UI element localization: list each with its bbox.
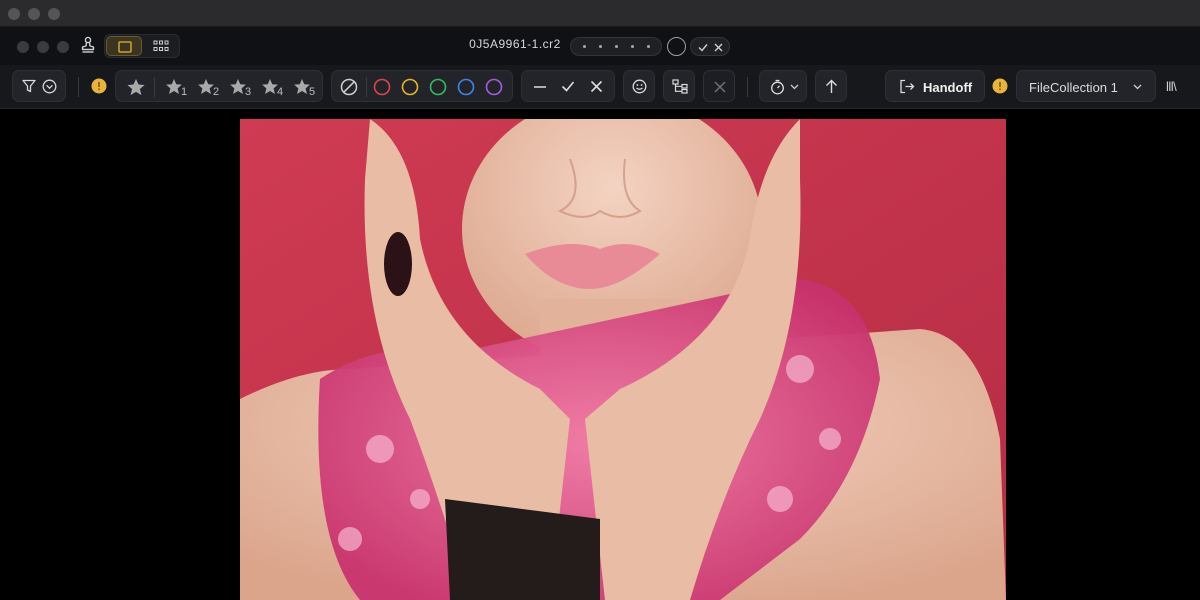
chevron-down-icon bbox=[1133, 84, 1142, 90]
main-toolbar: 1 2 3 4 5 Handoff FileCollection 1 lll\ bbox=[0, 65, 1200, 109]
color-label-indicator[interactable] bbox=[667, 37, 686, 56]
toolbar-divider bbox=[747, 77, 748, 97]
smiley-icon bbox=[632, 79, 647, 94]
handoff-icon bbox=[900, 79, 915, 94]
no-color-icon[interactable] bbox=[340, 78, 358, 96]
timer-dropdown[interactable] bbox=[759, 70, 807, 102]
stopwatch-icon bbox=[771, 79, 784, 95]
handoff-label: Handoff bbox=[923, 80, 973, 95]
color-divider bbox=[366, 77, 367, 97]
reject-x-icon[interactable] bbox=[590, 80, 603, 93]
pick-check-icon[interactable] bbox=[561, 80, 575, 93]
unflag-icon[interactable] bbox=[533, 81, 547, 93]
traffic-light-zoom[interactable] bbox=[57, 41, 69, 53]
star-divider bbox=[154, 77, 155, 97]
chevron-down-icon bbox=[790, 84, 799, 90]
color-label-green[interactable] bbox=[429, 78, 447, 96]
window-frame-titlebar bbox=[0, 0, 1200, 27]
face-detect-button[interactable] bbox=[623, 70, 655, 102]
hierarchy-button[interactable] bbox=[663, 70, 695, 102]
clear-button[interactable] bbox=[703, 70, 735, 102]
star-number: 5 bbox=[309, 86, 316, 98]
arrow-up-icon bbox=[826, 79, 837, 93]
rating-dot bbox=[599, 45, 602, 48]
window-close-button[interactable] bbox=[8, 8, 20, 20]
grid-view-button[interactable] bbox=[143, 36, 179, 56]
window-minimize-button[interactable] bbox=[28, 8, 40, 20]
star-clear-icon[interactable] bbox=[126, 78, 146, 96]
x-icon bbox=[714, 43, 723, 52]
star-number: 1 bbox=[181, 86, 188, 98]
rating-dot bbox=[647, 45, 650, 48]
handoff-button[interactable]: Handoff bbox=[885, 70, 985, 102]
filter-button[interactable] bbox=[12, 70, 66, 102]
portrait-illustration bbox=[240, 119, 1006, 600]
tree-structure-icon bbox=[672, 79, 688, 94]
star-number: 4 bbox=[277, 86, 284, 98]
toolbar-divider bbox=[78, 77, 79, 97]
single-view-button[interactable] bbox=[106, 36, 142, 56]
preview-photo[interactable] bbox=[240, 119, 1006, 600]
view-mode-toggle bbox=[104, 34, 180, 58]
color-label-purple[interactable] bbox=[485, 78, 503, 96]
filter-icon bbox=[22, 79, 36, 93]
color-label-blue[interactable] bbox=[457, 78, 475, 96]
collection-select-value: FileCollection 1 bbox=[1029, 80, 1118, 95]
collection-warning-icon[interactable] bbox=[992, 78, 1008, 94]
star-rating-group: 1 2 3 4 5 bbox=[115, 70, 323, 102]
upload-button[interactable] bbox=[815, 70, 847, 102]
star-number: 3 bbox=[245, 86, 252, 98]
star-number: 2 bbox=[213, 86, 220, 98]
rating-dot bbox=[583, 45, 586, 48]
color-label-red[interactable] bbox=[373, 78, 391, 96]
collection-select[interactable]: FileCollection 1 bbox=[1016, 70, 1156, 102]
color-label-group bbox=[331, 70, 513, 102]
window-zoom-button[interactable] bbox=[48, 8, 60, 20]
rating-dot bbox=[631, 45, 634, 48]
library-icon[interactable]: lll\ bbox=[1166, 79, 1177, 94]
color-label-yellow[interactable] bbox=[401, 78, 419, 96]
traffic-light-minimize[interactable] bbox=[37, 41, 49, 53]
flag-group bbox=[521, 70, 615, 102]
stamp-icon[interactable] bbox=[80, 36, 96, 54]
flag-indicator[interactable] bbox=[690, 37, 730, 56]
grid-icon bbox=[153, 40, 169, 51]
chevron-down-circle-icon bbox=[42, 79, 57, 94]
file-name: 0J5A9961-1.cr2 bbox=[469, 37, 561, 51]
check-icon bbox=[698, 44, 708, 52]
rating-dots-indicator[interactable] bbox=[570, 37, 662, 56]
color-label-circles bbox=[373, 78, 503, 96]
warning-badge-icon[interactable] bbox=[91, 78, 107, 94]
rating-dot bbox=[615, 45, 618, 48]
single-image-icon bbox=[118, 41, 132, 53]
traffic-light-close[interactable] bbox=[17, 41, 29, 53]
close-icon bbox=[714, 81, 726, 93]
